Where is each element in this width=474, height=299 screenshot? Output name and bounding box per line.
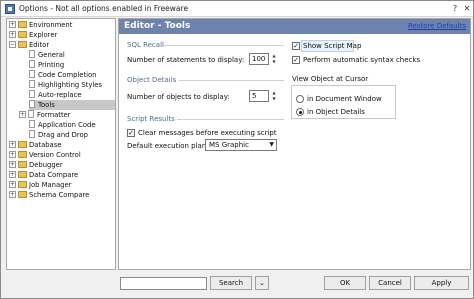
document-icon [29, 80, 35, 88]
folder-icon [18, 151, 27, 158]
tree-item-tools[interactable]: Tools [29, 100, 115, 110]
folder-icon [18, 31, 27, 38]
tree-item-debugger[interactable]: + Debugger [9, 160, 63, 170]
search-button[interactable]: Search [210, 276, 252, 290]
document-icon [29, 70, 35, 78]
objects-spin-arrows[interactable]: ▲ ▼ [270, 90, 278, 102]
tree-item-schema-compare[interactable]: + Schema Compare [9, 190, 89, 200]
folder-icon [18, 191, 27, 198]
tree-item-database[interactable]: + Database [9, 140, 61, 150]
plan-label: Default execution plan: [127, 142, 209, 150]
document-window-label: in Document Window [307, 95, 382, 103]
document-icon [29, 100, 35, 108]
cancel-button[interactable]: Cancel [369, 276, 411, 290]
tree-item-general[interactable]: General [29, 50, 65, 60]
document-icon [29, 130, 35, 138]
show-script-map-checkbox[interactable]: ✓ [292, 42, 300, 50]
document-icon [28, 110, 34, 118]
tree-item-environment[interactable]: + Environment [9, 20, 72, 30]
folder-icon [18, 141, 27, 148]
chevron-down-icon[interactable]: ▼ [269, 140, 274, 150]
group-divider [179, 80, 284, 81]
expand-icon[interactable]: + [19, 111, 26, 118]
statements-label: Number of statements to display: [127, 56, 245, 64]
ok-button[interactable]: OK [324, 276, 366, 290]
tree-item-highlighting-styles[interactable]: Highlighting Styles [29, 80, 102, 90]
window-title: Options - Not all options enabled in Fre… [19, 4, 189, 13]
object-details-radio[interactable] [296, 108, 304, 116]
view-object-title: View Object at Cursor [292, 75, 369, 83]
document-window-radio[interactable] [296, 95, 304, 103]
group-divider [177, 119, 284, 120]
statements-spin-arrows[interactable]: ▲ ▼ [270, 53, 278, 65]
spin-down-icon[interactable]: ▼ [270, 59, 278, 65]
tree-item-code-completion[interactable]: Code Completion [29, 70, 97, 80]
tree-item-application-code[interactable]: Application Code [29, 120, 96, 130]
objects-stepper[interactable]: 5 [249, 90, 269, 102]
document-icon [29, 120, 35, 128]
statements-stepper[interactable]: 100 [249, 53, 269, 65]
folder-icon [18, 181, 27, 188]
expand-icon[interactable]: + [9, 31, 16, 38]
expand-icon[interactable]: + [9, 161, 16, 168]
execution-plan-select[interactable]: MS Graphic ▼ [205, 139, 277, 151]
search-input[interactable] [120, 277, 207, 290]
app-icon [5, 4, 15, 14]
execution-plan-value: MS Graphic [209, 141, 249, 149]
tree-item-version-control[interactable]: + Version Control [9, 150, 81, 160]
tree-item-printing[interactable]: Printing [29, 60, 64, 70]
sql-recall-group-title: SQL Recall [127, 41, 164, 49]
document-icon [29, 60, 35, 68]
apply-button[interactable]: Apply [414, 276, 469, 290]
options-tree[interactable]: + Environment + Explorer − Editor General P… [6, 18, 116, 270]
tree-item-data-compare[interactable]: + Data Compare [9, 170, 78, 180]
expand-icon[interactable]: + [9, 171, 16, 178]
settings-panel: Editor - Tools Restore Defaults SQL Reca… [118, 18, 471, 270]
expand-icon[interactable]: + [9, 181, 16, 188]
title-bar: Options - Not all options enabled in Fre… [1, 1, 473, 17]
object-details-group-title: Object Details [127, 76, 177, 84]
auto-syntax-label: Perform automatic syntax checks [303, 56, 421, 64]
document-icon [29, 90, 35, 98]
group-divider [164, 45, 284, 46]
object-details-label: in Object Details [307, 108, 365, 116]
tree-item-auto-replace[interactable]: Auto-replace [29, 90, 81, 100]
tree-item-drag-and-drop[interactable]: Drag and Drop [29, 130, 88, 140]
help-icon[interactable]: ? [449, 3, 461, 14]
expand-icon[interactable]: + [9, 191, 16, 198]
close-icon[interactable]: ✕ [461, 3, 473, 14]
auto-syntax-checkbox[interactable]: ✓ [292, 56, 300, 64]
show-script-map-label[interactable]: Show Script Map [303, 42, 361, 50]
expand-icon[interactable]: + [9, 21, 16, 28]
tree-item-formatter[interactable]: + Formatter [19, 110, 71, 120]
folder-icon [18, 161, 27, 168]
objects-label: Number of objects to display: [127, 93, 230, 101]
folder-open-icon [18, 41, 27, 48]
page-title: Editor - Tools [124, 21, 191, 31]
tree-item-explorer[interactable]: + Explorer [9, 30, 57, 40]
script-results-group-title: Script Results [127, 115, 175, 123]
expand-icon[interactable]: + [9, 141, 16, 148]
clear-messages-label: Clear messages before executing script [138, 129, 277, 137]
spin-down-icon[interactable]: ▼ [270, 96, 278, 102]
tree-item-job-manager[interactable]: + Job Manager [9, 180, 71, 190]
tree-item-editor[interactable]: − Editor [9, 40, 49, 50]
chevron-down-icon: ⌄ [259, 279, 265, 287]
clear-messages-checkbox[interactable]: ✓ [127, 129, 135, 137]
folder-icon [18, 21, 27, 28]
folder-icon [18, 171, 27, 178]
collapse-icon[interactable]: − [9, 41, 16, 48]
search-options-button[interactable]: ⌄ [255, 276, 269, 290]
expand-icon[interactable]: + [9, 151, 16, 158]
options-window: Options - Not all options enabled in Fre… [0, 0, 474, 299]
restore-defaults-link[interactable]: Restore Defaults [408, 22, 466, 30]
document-icon [29, 50, 35, 58]
